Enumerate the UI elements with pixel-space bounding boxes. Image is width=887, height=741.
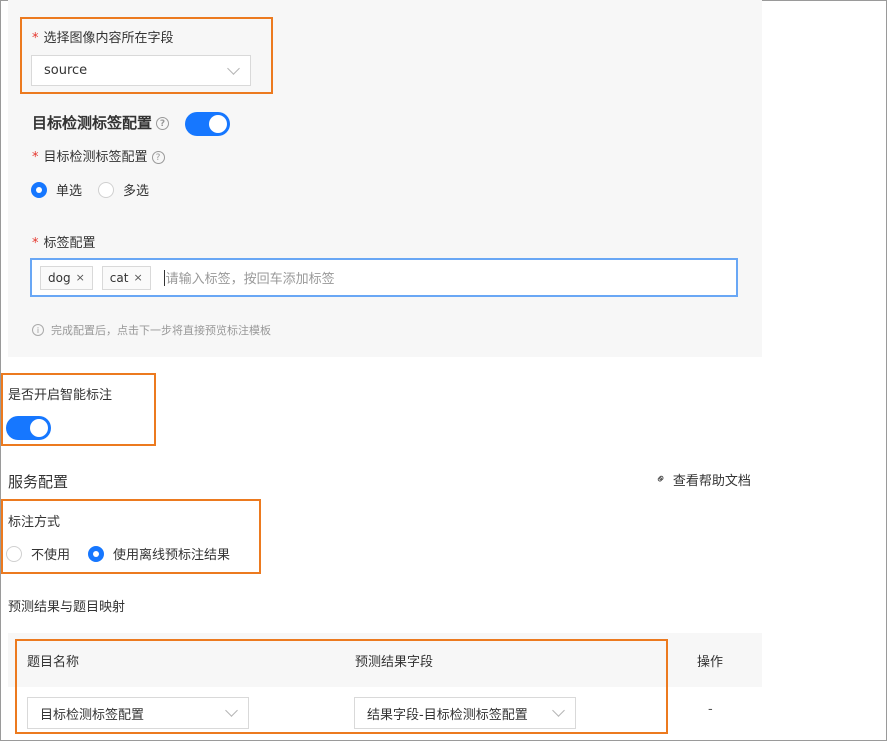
radio-unchecked-icon — [98, 181, 114, 198]
question-circle-icon[interactable]: ? — [156, 117, 170, 130]
tag-input[interactable]: dog × cat × 请输入标签，按回车添加标签 — [30, 258, 738, 297]
close-icon[interactable]: × — [133, 271, 142, 284]
text-caret — [163, 269, 165, 286]
toggle-knob — [209, 115, 227, 133]
question-circle-icon[interactable]: ? — [151, 151, 165, 164]
tag-input-placeholder: 请输入标签，按回车添加标签 — [165, 272, 335, 287]
help-doc-link[interactable]: ⚭ 查看帮助文档 — [652, 470, 751, 489]
column-action: 操作 — [697, 655, 724, 670]
tag-cat: cat × — [101, 265, 151, 290]
info-circle-icon: i — [32, 324, 44, 336]
tag-dog: dog × — [40, 265, 93, 290]
detection-config-title: 目标检测标签配置? — [32, 112, 170, 133]
highlight-smart-annotation — [1, 373, 156, 446]
row-action-placeholder: - — [708, 702, 713, 717]
radio-checked-icon — [31, 181, 47, 198]
radio-multi[interactable]: 多选 — [98, 180, 149, 199]
link-icon: ⚭ — [652, 470, 671, 489]
service-config-title: 服务配置 — [8, 473, 69, 491]
radio-single[interactable]: 单选 — [31, 180, 82, 199]
highlight-image-field — [20, 17, 273, 94]
highlight-mapping-table — [15, 639, 668, 734]
config-hint: i 完成配置后，点击下一步将直接预览标注模板 — [32, 322, 271, 338]
detection-field-label: * 目标检测标签配置? — [32, 146, 165, 165]
detection-config-toggle[interactable] — [185, 112, 230, 136]
highlight-annotation-mode — [1, 499, 261, 574]
tag-config-label: * 标签配置 — [32, 236, 96, 251]
mapping-title: 预测结果与题目映射 — [8, 600, 126, 615]
close-icon[interactable]: × — [76, 271, 85, 284]
